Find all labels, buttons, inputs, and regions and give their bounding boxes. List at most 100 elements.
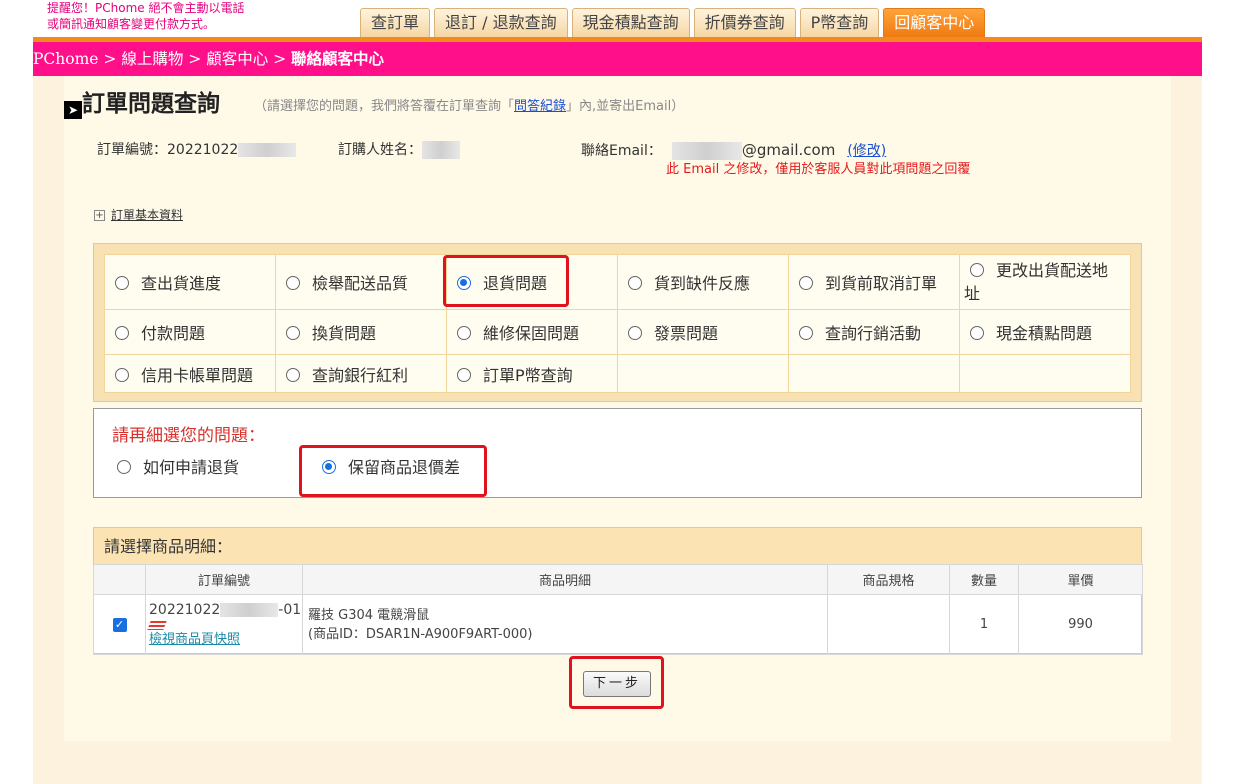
buyer-name-redacted [422,141,460,159]
table-row: ✓ 20221022 -01 檢視商品頁快照 羅技 G304 電競滑鼠 (商品ID… [93,594,1143,655]
question-option[interactable]: 信用卡帳單問題 [104,354,276,393]
breadcrumb-shopping[interactable]: 線上購物 [121,50,183,68]
order-no-redacted [220,602,279,617]
question-option[interactable]: 查詢行銷活動 [788,309,960,355]
question-option[interactable]: 檢舉配送品質 [275,254,447,310]
order-number-redacted [238,143,297,157]
col-header-price: 單價 [1018,564,1143,595]
radio-icon[interactable] [286,276,300,290]
col-header-order-no: 訂單編號 [145,564,303,595]
notice-line-1: 提醒您！PChome 絕不會主動以電話 [47,1,245,15]
breadcrumb-sep: > [183,50,207,68]
breadcrumb: PChome > 線上購物 > 顧客中心 > 聯絡顧客中心 [33,42,1202,76]
breadcrumb-current: 聯絡顧客中心 [291,49,385,68]
radio-icon[interactable] [286,367,300,382]
page-hint: （請選擇您的問題，我們將答覆在訂單查詢「問答紀錄」內,並寄出Email） [254,97,684,117]
order-basic-info-toggle[interactable]: + 訂單基本資料 [94,206,183,224]
question-option[interactable]: 發票問題 [617,309,789,355]
sub-question-title: 請再細選您的問題： [112,426,265,446]
expand-plus-icon[interactable]: + [94,210,105,221]
question-empty-cell [788,354,960,393]
email-domain: @gmail.com [741,141,836,159]
product-name: 羅技 G304 電競滑鼠 [308,607,430,623]
tab-cash-points[interactable]: 現金積點查詢 [571,8,690,37]
radio-icon[interactable] [628,276,642,290]
radio-icon[interactable] [970,263,984,277]
view-product-snapshot-link[interactable]: 檢視商品頁快照 [149,632,240,647]
email-label: 聯絡Email： [581,143,662,159]
breadcrumb-home[interactable]: PChome [33,50,98,68]
product-table: 訂單編號 商品明細 商品規格 數量 單價 ✓ 20221022 -01 檢視商品頁… [93,564,1143,655]
product-id: (商品ID：DSAR1N-A900F9ART-000) [308,626,533,642]
radio-icon[interactable] [286,326,300,340]
question-option[interactable]: 換貨問題 [275,309,447,355]
heading-arrow-icon: ➤ [64,101,82,119]
radio-icon[interactable] [457,367,471,382]
checkbox-checked-icon[interactable]: ✓ [112,618,127,632]
email-note: 此 Email 之修改，僅用於客服人員對此項問題之回覆 [666,162,971,177]
express-delivery-icon [147,620,167,630]
product-table-header: 訂單編號 商品明細 商品規格 數量 單價 [93,564,1143,595]
question-empty-cell [617,354,789,393]
security-notice: 提醒您！PChome 絕不會主動以電話 或簡訊通知顧客變更付款方式。 [47,0,287,32]
question-option[interactable]: 查出貨進度 [104,254,276,310]
tab-refund-query[interactable]: 退訂 / 退款查詢 [434,8,568,37]
question-option[interactable]: 更改出貨配送地址 [959,254,1131,310]
email-redacted [671,142,742,160]
hint-prefix: （請選擇您的問題，我們將答覆在訂單查詢「 [254,99,515,114]
order-basic-info-link[interactable]: 訂單基本資料 [111,208,183,222]
order-number-value: 20221022 [167,142,239,158]
breadcrumb-sep: > [98,50,122,68]
row-order-no: 20221022 -01 [149,601,302,618]
radio-icon[interactable] [799,326,813,340]
col-header-qty: 數量 [949,564,1019,595]
radio-icon[interactable] [115,326,129,340]
question-option[interactable]: 到貨前取消訂單 [788,254,960,310]
radio-icon[interactable] [115,367,129,382]
radio-icon[interactable] [628,326,642,340]
contact-email-field: 聯絡Email： @gmail.com (修改) [581,140,886,161]
top-tab-bar: 查訂單 退訂 / 退款查詢 現金積點查詢 折價券查詢 P幣查詢 回顧客中心 [360,8,989,37]
question-option[interactable]: 付款問題 [104,309,276,355]
col-header-select [93,564,146,595]
radio-icon[interactable] [799,276,813,290]
breadcrumb-customer-center[interactable]: 顧客中心 [206,50,268,68]
tab-customer-center[interactable]: 回顧客中心 [883,8,986,37]
row-price-cell: 990 [1018,594,1143,655]
buyer-name-field: 訂購人姓名： [338,140,460,160]
highlight-next-button [569,656,664,709]
edit-email-link[interactable]: (修改) [847,143,886,159]
row-spec-cell [827,594,950,655]
radio-icon[interactable] [970,326,984,340]
page-title: 訂單問題查詢 [82,91,220,117]
radio-icon[interactable] [457,326,471,340]
sub-option-how-to-return[interactable]: 如何申請退貨 [117,457,239,479]
breadcrumb-sep: > [268,50,292,68]
qa-record-link[interactable]: 問答紀錄 [514,99,566,114]
row-order-no-cell: 20221022 -01 檢視商品頁快照 [145,594,303,655]
notice-line-2: 或簡訊通知顧客變更付款方式。 [47,17,216,31]
tab-p-coin[interactable]: P幣查詢 [799,8,880,37]
highlight-sub-option [299,445,487,497]
tab-order-query[interactable]: 查訂單 [360,8,431,37]
row-select-cell[interactable]: ✓ [93,594,146,655]
tab-coupons[interactable]: 折價券查詢 [693,8,796,37]
radio-icon[interactable] [115,276,129,290]
question-option[interactable]: 維修保固問題 [446,309,618,355]
question-option[interactable]: 查詢銀行紅利 [275,354,447,393]
product-detail-title: 請選擇商品明細： [94,528,1141,564]
question-option[interactable]: 訂單P幣查詢 [446,354,618,393]
sub-question-box [93,408,1142,498]
col-header-spec: 商品規格 [827,564,950,595]
buyer-name-label: 訂購人姓名： [338,142,422,158]
question-empty-cell [959,354,1131,393]
order-number-label: 訂單編號： [97,142,167,158]
col-header-product-detail: 商品明細 [302,564,828,595]
row-product-detail-cell: 羅技 G304 電競滑鼠 (商品ID：DSAR1N-A900F9ART-000) [302,594,828,655]
question-option[interactable]: 現金積點問題 [959,309,1131,355]
radio-icon[interactable] [117,460,131,474]
hint-suffix: 」內,並寄出Email） [566,99,685,114]
question-type-grid: 查出貨進度 檢舉配送品質 退貨問題 貨到缺件反應 到貨前取消訂單 更改出貨配送地… [104,254,1131,393]
order-number-field: 訂單編號：20221022 [97,140,297,160]
question-option[interactable]: 貨到缺件反應 [617,254,789,310]
